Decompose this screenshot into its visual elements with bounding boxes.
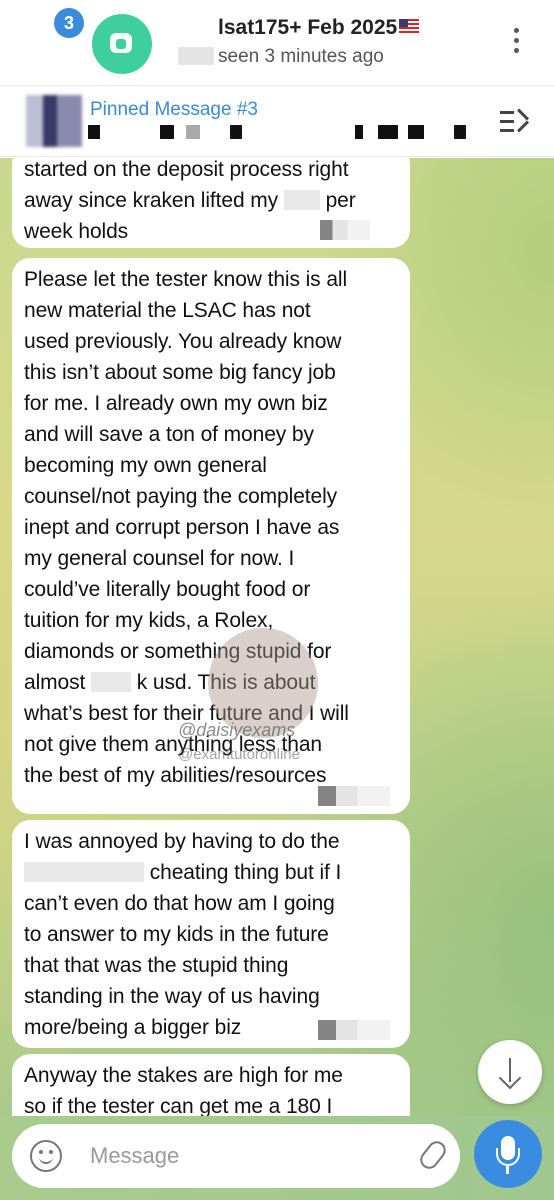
chat-title[interactable]: lsat175+ Feb 2025 [218,16,420,40]
message-line: away since kraken lifted my per [24,185,398,216]
message-bubble[interactable]: Anyway the stakes are high for me so if … [12,1054,410,1116]
redacted-text [91,672,132,692]
redacted-text [283,190,320,210]
us-flag-icon [399,19,420,33]
paperclip-icon[interactable] [416,1137,450,1173]
message-bubble[interactable]: Please let the tester know this is all n… [12,258,410,814]
pinned-title: Pinned Message #3 [90,99,258,120]
more-vertical-icon[interactable] [514,28,520,56]
message-line: to answer to my kids in the future [24,923,329,946]
composer-bar: Message [0,1116,554,1200]
pinned-thumbnail [26,95,82,147]
message-line: I was annoyed by having to do the [24,830,340,853]
chat-header: 3 lsat175+ Feb 2025 seen 3 minutes ago [0,0,554,86]
message-line: and will save a ton of money by [24,423,314,446]
message-line: for me. I already own my own biz [24,392,328,415]
message-text: almost [24,671,86,694]
message-line: what’s best for their future and I will [24,702,349,725]
message-line: so if the tester can get me a 180 I [24,1095,333,1116]
message-line: almost k usd. This is about [24,667,398,698]
message-line: diamonds or something stupid for [24,640,332,663]
message-line: could’ve literally bought food or [24,578,311,601]
message-line: tuition for my kids, a Rolex, [24,609,274,632]
message-input-container[interactable]: Message [12,1124,460,1188]
message-text: k usd. This is about [136,671,316,694]
message-line: can’t even do that how am I going [24,892,335,915]
redacted-block [230,125,242,139]
message-timestamp [320,220,370,240]
message-text: cheating thing but if I [149,861,342,884]
microphone-button[interactable] [474,1120,542,1188]
last-seen-status: seen 3 minutes ago [178,46,384,68]
redacted-block [355,125,363,139]
group-avatar-icon [110,33,132,53]
redacted-block [454,125,466,139]
last-seen-text: seen 3 minutes ago [218,46,384,67]
message-line: becoming my own general [24,454,267,477]
message-line: inept and corrupt person I have as [24,516,340,539]
message-text: per [325,189,356,212]
message-line: counsel/not paying the completely [24,485,338,508]
message-bubble[interactable]: started on the deposit process right awa… [12,158,410,248]
message-line: standing in the way of us having [24,985,320,1008]
message-timestamp [318,786,390,806]
redacted-block [88,125,100,139]
unread-badge[interactable]: 3 [54,8,84,38]
message-line: this isn’t about some big fancy job [24,361,336,384]
message-line: my general counsel for now. I [24,547,295,570]
message-line: Please let the tester know this is all [24,268,348,291]
arrow-down-icon[interactable] [478,1040,542,1104]
message-input[interactable]: Message [90,1143,179,1169]
redacted-block [408,125,424,139]
message-timestamp [318,1020,390,1040]
pin-list-icon[interactable] [500,108,532,133]
message-line: used previously. You already know [24,330,342,353]
emoji-icon[interactable] [30,1140,62,1172]
message-list[interactable]: started on the deposit process right awa… [0,158,554,1116]
redacted-block [160,125,174,139]
pinned-message-bar[interactable]: Pinned Message #3 [0,87,554,157]
message-line: not give them anything less than [24,733,322,756]
redacted-text [178,47,214,65]
message-line: that that was the stupid thing [24,954,289,977]
message-line: started on the deposit process right [24,158,349,181]
message-bubble[interactable]: I was annoyed by having to do the cheati… [12,820,410,1048]
redacted-text [24,862,144,882]
message-line: new material the LSAC has not [24,299,311,322]
chat-title-text: lsat175+ Feb 2025 [218,16,398,39]
message-text: away since kraken lifted my [24,189,284,212]
redacted-block [378,125,398,139]
message-line: Anyway the stakes are high for me [24,1064,343,1087]
redacted-block [186,125,200,139]
message-line: cheating thing but if I [24,857,398,888]
